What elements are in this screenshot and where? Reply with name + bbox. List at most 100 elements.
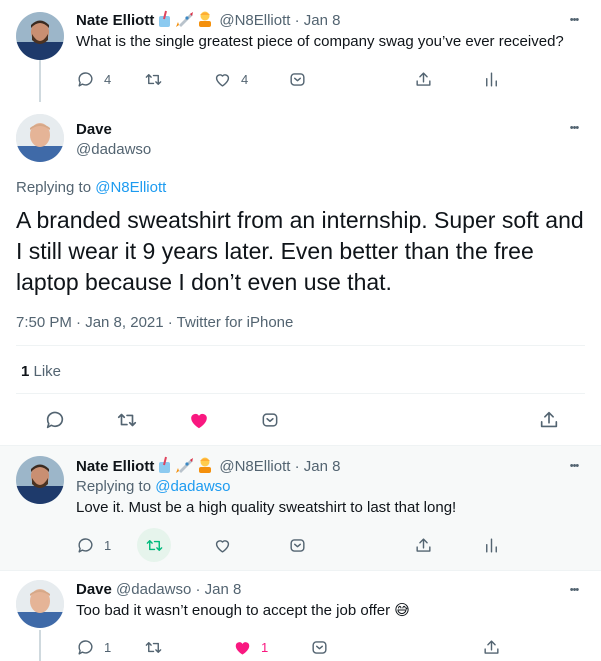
author-handle[interactable]: @N8Elliott bbox=[219, 12, 290, 29]
tweet-text: Love it. Must be a high quality sweatshi… bbox=[76, 499, 457, 516]
action-bar: 4 4 bbox=[76, 68, 586, 90]
more-options-icon[interactable]: ••• bbox=[565, 122, 583, 134]
reply-icon bbox=[46, 411, 64, 429]
like-button[interactable] bbox=[213, 534, 232, 556]
avatar[interactable] bbox=[16, 456, 64, 504]
share-icon bbox=[540, 411, 558, 428]
bookmark-button[interactable] bbox=[310, 636, 329, 658]
analytics-icon bbox=[486, 71, 497, 87]
avatar[interactable] bbox=[16, 114, 64, 162]
bookmark-button[interactable] bbox=[260, 409, 280, 431]
reply-button[interactable]: 4 bbox=[76, 68, 111, 90]
retweet-icon bbox=[146, 539, 162, 551]
author-name[interactable]: Nate Elliott bbox=[76, 458, 154, 475]
dot-separator: · bbox=[294, 12, 300, 29]
replying-to: Replying to @N8Elliott bbox=[16, 178, 166, 198]
author-name[interactable]: Nate Elliott bbox=[76, 12, 154, 29]
reply-tweet[interactable]: Dave @dadawso · Jan 8 ••• Too bad it was… bbox=[0, 571, 601, 661]
retweet-icon bbox=[145, 641, 162, 653]
share-button[interactable] bbox=[414, 534, 433, 556]
root-tweet[interactable]: Nate Elliott @N8Elliott · Jan 8 ••• What … bbox=[0, 0, 601, 100]
share-icon bbox=[484, 639, 499, 654]
retweet-icon bbox=[117, 413, 137, 427]
like-icon bbox=[235, 641, 250, 655]
action-bar bbox=[44, 409, 564, 431]
dot-separator: · bbox=[195, 581, 201, 598]
avatar[interactable] bbox=[16, 12, 64, 60]
more-options-icon[interactable]: ••• bbox=[565, 584, 583, 596]
share-icon bbox=[416, 71, 431, 86]
like-count: 1 bbox=[261, 639, 269, 655]
reply-icon bbox=[78, 639, 93, 655]
rocket-emoji bbox=[176, 458, 194, 473]
likes-summary[interactable]: 1 Like bbox=[21, 363, 61, 380]
tweet-time[interactable]: Jan 8 bbox=[304, 458, 341, 475]
cup-with-straw-emoji bbox=[159, 456, 171, 473]
reply-tweet[interactable]: Nate Elliott @N8Elliott · Jan 8 ••• Reply… bbox=[0, 446, 601, 570]
tweet-text: Too bad it wasn’t enough to accept the j… bbox=[76, 601, 410, 621]
reply-count: 1 bbox=[104, 537, 112, 553]
reply-icon bbox=[78, 537, 93, 553]
tweet-text: A branded sweatshirt from an internship.… bbox=[16, 207, 584, 295]
author-handle[interactable]: @N8Elliott bbox=[219, 458, 290, 475]
rocket-emoji bbox=[176, 12, 194, 27]
action-bar: 1 1 bbox=[76, 636, 586, 658]
more-options-icon[interactable]: ••• bbox=[565, 14, 583, 26]
like-icon bbox=[215, 73, 230, 87]
bookmark-icon bbox=[290, 72, 305, 86]
like-count: 4 bbox=[241, 71, 249, 87]
share-icon bbox=[416, 537, 431, 552]
reply-icon bbox=[78, 71, 93, 87]
reply-button[interactable]: 1 bbox=[76, 534, 111, 556]
avatar[interactable] bbox=[16, 580, 64, 628]
name-emojis bbox=[157, 10, 215, 34]
retweet-button[interactable] bbox=[144, 68, 163, 90]
tweet-time[interactable]: Jan 8 bbox=[304, 12, 341, 29]
bookmark-button[interactable] bbox=[288, 68, 307, 90]
reply-count: 4 bbox=[104, 71, 112, 87]
like-button[interactable]: 4 bbox=[213, 68, 248, 90]
retweet-button[interactable] bbox=[116, 409, 138, 431]
author-name[interactable]: Dave bbox=[76, 120, 112, 140]
reply-count: 1 bbox=[104, 639, 112, 655]
analytics-button[interactable] bbox=[482, 534, 501, 556]
retweet-button[interactable] bbox=[137, 528, 171, 562]
reply-button[interactable]: 1 bbox=[76, 636, 111, 658]
analytics-icon bbox=[486, 537, 497, 553]
divider bbox=[16, 393, 585, 394]
author-handle[interactable]: @dadawso bbox=[116, 581, 191, 598]
tweet-time[interactable]: Jan 8 bbox=[205, 581, 242, 598]
tweet-text-content: Too bad it wasn’t enough to accept the j… bbox=[76, 602, 391, 619]
bookmark-icon bbox=[312, 640, 327, 654]
author-handle[interactable]: @dadawso bbox=[76, 140, 151, 160]
grinning-sweat-emoji: 😅 bbox=[394, 602, 410, 619]
tweet-timestamp[interactable]: 7:50 PM · Jan 8, 2021 · Twitter for iPho… bbox=[16, 314, 293, 331]
action-bar: 1 bbox=[76, 528, 586, 562]
person-bowing-emoji bbox=[199, 11, 212, 27]
like-button[interactable] bbox=[188, 409, 210, 431]
tweet-header: Dave @dadawso · Jan 8 bbox=[76, 580, 241, 600]
author-name[interactable]: Dave bbox=[76, 581, 112, 598]
tweet-header: Nate Elliott @N8Elliott · Jan 8 bbox=[76, 10, 340, 34]
reply-button[interactable] bbox=[44, 409, 66, 431]
replying-to: Replying to @dadawso bbox=[76, 477, 231, 497]
share-button[interactable] bbox=[414, 68, 433, 90]
divider bbox=[16, 345, 585, 346]
more-options-icon[interactable]: ••• bbox=[565, 460, 583, 472]
share-button[interactable] bbox=[482, 636, 501, 658]
replying-to-link[interactable]: @N8Elliott bbox=[95, 179, 166, 196]
replying-to-link[interactable]: @dadawso bbox=[155, 478, 230, 495]
bookmark-icon bbox=[290, 538, 305, 552]
likes-label: Like bbox=[29, 363, 62, 380]
replying-prefix: Replying to bbox=[76, 478, 156, 495]
dot-separator: · bbox=[294, 458, 300, 475]
retweet-icon bbox=[145, 73, 162, 85]
cup-with-straw-emoji bbox=[159, 10, 171, 27]
like-icon bbox=[191, 413, 207, 429]
like-button[interactable]: 1 bbox=[233, 636, 268, 658]
person-bowing-emoji bbox=[199, 457, 212, 473]
retweet-button[interactable] bbox=[144, 636, 163, 658]
bookmark-button[interactable] bbox=[288, 534, 307, 556]
share-button[interactable] bbox=[538, 409, 560, 431]
analytics-button[interactable] bbox=[482, 68, 501, 90]
